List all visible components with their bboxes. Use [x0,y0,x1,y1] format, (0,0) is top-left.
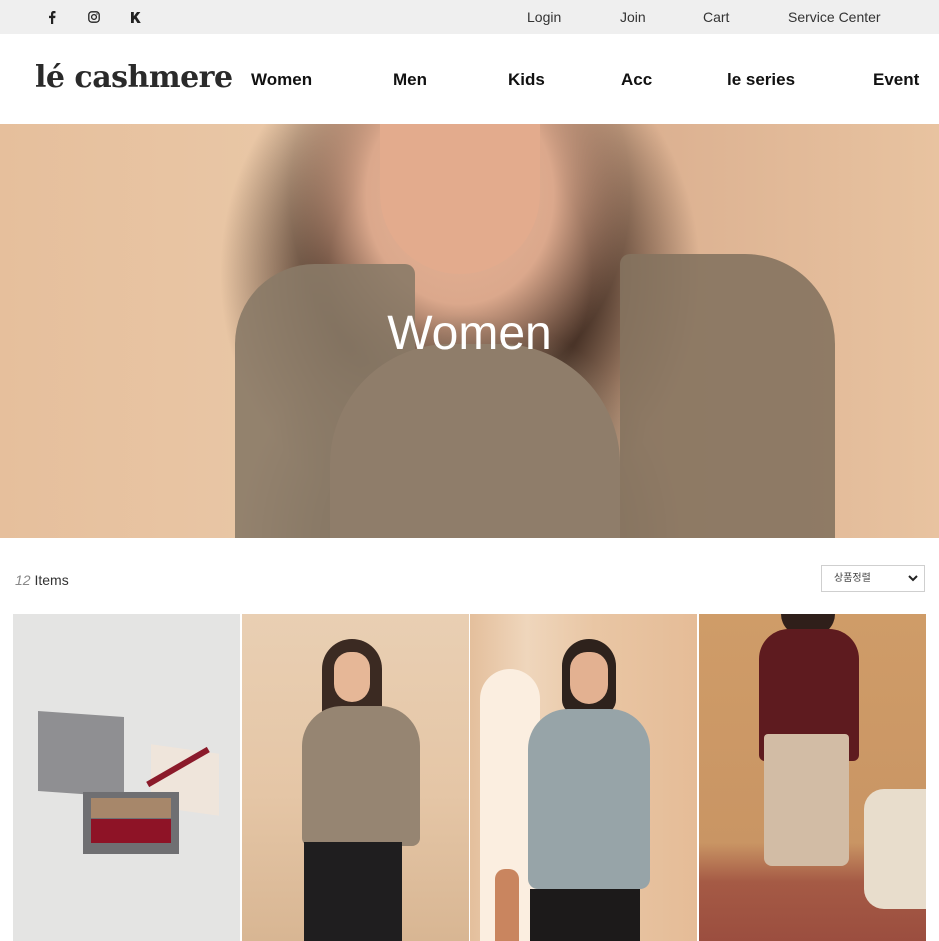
top-utility-bar: Login Join Cart Service Center [0,0,939,34]
item-count: 12 Items [15,570,69,590]
nav-event[interactable]: Event [873,69,919,91]
hero-image-sweater [330,344,620,538]
product-card-grey-turtleneck[interactable] [470,614,697,941]
gift-box-scarf-camel [91,798,171,818]
product-card-gift-set[interactable] [13,614,240,941]
cart-link[interactable]: Cart [703,0,729,34]
kakao-icon[interactable] [126,0,146,34]
gift-box-lid-grey [38,710,124,798]
facebook-icon[interactable] [42,0,62,34]
product-card-burgundy-sweater[interactable] [699,614,926,941]
site-header: lé cashmere Women Men Kids Acc le series… [0,34,939,124]
product-card-camel-sweater[interactable] [242,614,469,941]
hero-title: Women [387,307,552,360]
sort-select[interactable]: 상품정렬 [821,565,925,592]
background-chair [864,789,926,909]
instagram-icon[interactable] [84,0,104,34]
model-turtleneck [528,709,650,889]
model-skirt [764,734,849,866]
hero-image-coat-right [620,254,835,538]
model-trousers [304,842,402,941]
login-link[interactable]: Login [527,0,561,34]
nav-acc[interactable]: Acc [621,69,652,91]
gift-box-scarf-red [91,819,171,843]
model-skirt [530,889,640,941]
nav-le-series[interactable]: le series [727,69,795,91]
item-count-suffix: Items [30,572,69,588]
nav-men[interactable]: Men [393,69,427,91]
item-count-number: 12 [15,572,31,588]
join-link[interactable]: Join [620,0,646,34]
hero-banner: Women [0,124,939,538]
service-center-link[interactable]: Service Center [788,0,881,34]
sort-select-value: 상품정렬 [834,573,871,584]
model-face [334,652,370,702]
nav-kids[interactable]: Kids [508,69,545,91]
brand-logo[interactable]: lé cashmere [35,58,233,98]
hero-image-face [380,124,540,274]
background-vase [495,869,519,941]
model-sweater [302,706,420,846]
model-face [570,652,608,704]
chevron-down-icon [908,574,918,585]
nav-women[interactable]: Women [251,69,312,91]
